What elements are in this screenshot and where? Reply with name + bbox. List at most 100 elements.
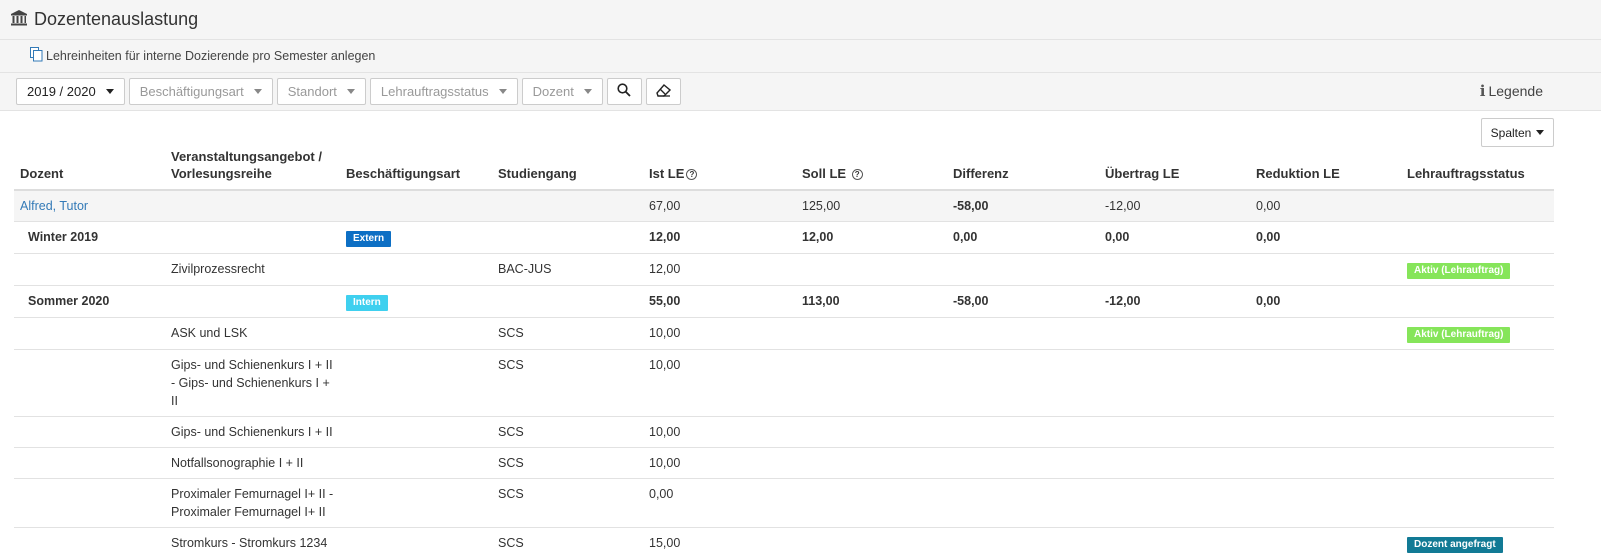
ist-le-cell: 10,00 (643, 417, 796, 448)
columns-button-label: Spalten (1491, 126, 1532, 140)
studiengang-cell: SCS (492, 350, 643, 417)
ist-le-cell: 15,00 (643, 528, 796, 559)
caret-down-icon (499, 89, 507, 94)
table-row: Notfallsonographie I + II SCS 10,00 (14, 448, 1554, 479)
column-header-beschaeftigungsart[interactable]: Beschäftigungsart (340, 148, 492, 190)
column-header-differenz[interactable]: Differenz (947, 148, 1099, 190)
caret-down-icon (106, 89, 114, 94)
copy-icon (30, 47, 43, 65)
reduktion-cell: 0,00 (1250, 190, 1401, 222)
studiengang-cell: SCS (492, 318, 643, 350)
action-bar: Lehreinheiten für interne Dozierende pro… (0, 40, 1601, 73)
caret-down-icon (347, 89, 355, 94)
studiengang-cell: SCS (492, 479, 643, 528)
search-icon (617, 83, 631, 100)
create-teaching-units-link[interactable]: Lehreinheiten für interne Dozierende pro… (46, 49, 375, 63)
clear-filter-button[interactable] (646, 78, 681, 105)
table-row-semester: Winter 2019 Extern 12,00 12,00 0,00 0,00… (14, 222, 1554, 254)
lehrauftragsstatus-dropdown[interactable]: Lehrauftragsstatus (370, 78, 518, 105)
table-row-semester: Sommer 2020 Intern 55,00 113,00 -58,00 -… (14, 286, 1554, 318)
beschaeftigungsart-dropdown-label: Beschäftigungsart (140, 84, 244, 99)
ist-le-cell: 0,00 (643, 479, 796, 528)
caret-down-icon (1536, 130, 1544, 135)
veranstaltung-cell: ASK und LSK (165, 318, 340, 350)
ist-le-cell: 10,00 (643, 318, 796, 350)
ist-le-cell: 12,00 (643, 254, 796, 286)
differenz-cell: 0,00 (947, 222, 1099, 254)
semester-cell: Winter 2019 (14, 222, 165, 254)
differenz-cell: -58,00 (947, 286, 1099, 318)
beschaeftigungsart-dropdown[interactable]: Beschäftigungsart (129, 78, 273, 105)
veranstaltung-cell: Zivilprozessrecht (165, 254, 340, 286)
year-dropdown[interactable]: 2019 / 2020 (16, 78, 125, 105)
lehrauftragsstatus-dropdown-label: Lehrauftragsstatus (381, 84, 489, 99)
column-header-uebertrag-le[interactable]: Übertrag LE (1099, 148, 1250, 190)
studiengang-cell: SCS (492, 448, 643, 479)
dozent-link[interactable]: Alfred, Tutor (20, 199, 88, 213)
veranstaltung-cell: Gips- und Schienenkurs I + II - Gips- un… (165, 350, 340, 417)
info-icon: i (1480, 82, 1486, 100)
filter-bar: 2019 / 2020 Beschäftigungsart Standort L… (0, 73, 1601, 111)
year-dropdown-label: 2019 / 2020 (27, 84, 96, 99)
status-badge-angefragt: Dozent angefragt (1407, 537, 1503, 553)
table-row: Stromkurs - Stromkurs 1234 SCS 15,00 Doz… (14, 528, 1554, 559)
column-header-ist-le-label: Ist LE (649, 166, 684, 181)
dozent-dropdown[interactable]: Dozent (522, 78, 603, 105)
page-title: Dozentenauslastung (34, 9, 198, 30)
ist-le-cell: 12,00 (643, 222, 796, 254)
table-row: Gips- und Schienenkurs I + II SCS 10,00 (14, 417, 1554, 448)
studiengang-cell: SCS (492, 528, 643, 559)
table-row: Zivilprozessrecht BAC-JUS 12,00 Aktiv (L… (14, 254, 1554, 286)
column-header-reduktion-le[interactable]: Reduktion LE (1250, 148, 1401, 190)
status-badge-aktiv: Aktiv (Lehrauftrag) (1407, 327, 1510, 343)
ist-le-cell: 10,00 (643, 350, 796, 417)
uebertrag-cell: -12,00 (1099, 190, 1250, 222)
column-header-veranstaltung[interactable]: Veranstaltungsangebot /Vorlesungsreihe (165, 148, 340, 190)
uebertrag-cell: -12,00 (1099, 286, 1250, 318)
caret-down-icon (584, 89, 592, 94)
table-row: Gips- und Schienenkurs I + II - Gips- un… (14, 350, 1554, 417)
bank-icon (10, 9, 28, 30)
column-header-dozent[interactable]: Dozent (14, 148, 165, 190)
status-badge-intern: Intern (346, 295, 388, 311)
caret-down-icon (254, 89, 262, 94)
column-header-lehrauftragsstatus[interactable]: Lehrauftragsstatus (1401, 148, 1554, 190)
table-row: Proximaler Femurnagel I+ II - Proximaler… (14, 479, 1554, 528)
dozent-dropdown-label: Dozent (533, 84, 574, 99)
veranstaltung-cell: Notfallsonographie I + II (165, 448, 340, 479)
studiengang-cell: BAC-JUS (492, 254, 643, 286)
legend-label: Legende (1488, 83, 1543, 99)
help-icon[interactable]: ? (686, 169, 697, 180)
veranstaltung-cell: Stromkurs - Stromkurs 1234 (165, 528, 340, 559)
ist-le-cell: 10,00 (643, 448, 796, 479)
veranstaltung-cell: Gips- und Schienenkurs I + II (165, 417, 340, 448)
status-badge-extern: Extern (346, 231, 391, 247)
ist-le-cell: 67,00 (643, 190, 796, 222)
uebertrag-cell: 0,00 (1099, 222, 1250, 254)
standort-dropdown[interactable]: Standort (277, 78, 366, 105)
help-icon[interactable]: ? (852, 169, 863, 180)
veranstaltung-cell: Proximaler Femurnagel I+ II - Proximaler… (165, 479, 340, 528)
status-badge-aktiv: Aktiv (Lehrauftrag) (1407, 263, 1510, 279)
table-row-dozent: Alfred, Tutor 67,00 125,00 -58,00 -12,00… (14, 190, 1554, 222)
legend-link[interactable]: i Legende (1480, 82, 1543, 100)
ist-le-cell: 55,00 (643, 286, 796, 318)
column-header-soll-le-label: Soll LE (802, 166, 846, 181)
differenz-cell: -58,00 (947, 190, 1099, 222)
soll-le-cell: 125,00 (796, 190, 947, 222)
soll-le-cell: 12,00 (796, 222, 947, 254)
eraser-icon (656, 84, 671, 100)
table-row: ASK und LSK SCS 10,00 Aktiv (Lehrauftrag… (14, 318, 1554, 350)
reduktion-cell: 0,00 (1250, 286, 1401, 318)
search-button[interactable] (607, 78, 642, 105)
workload-table: Dozent Veranstaltungsangebot /Vorlesungs… (14, 148, 1554, 559)
dozent-cell[interactable]: Alfred, Tutor (14, 190, 165, 222)
column-header-ist-le[interactable]: Ist LE? (643, 148, 796, 190)
table-header-row: Dozent Veranstaltungsangebot /Vorlesungs… (14, 148, 1554, 190)
soll-le-cell: 113,00 (796, 286, 947, 318)
column-header-soll-le[interactable]: Soll LE ? (796, 148, 947, 190)
column-header-studiengang[interactable]: Studiengang (492, 148, 643, 190)
columns-button[interactable]: Spalten (1481, 118, 1554, 147)
page-header: Dozentenauslastung (0, 0, 1601, 40)
reduktion-cell: 0,00 (1250, 222, 1401, 254)
